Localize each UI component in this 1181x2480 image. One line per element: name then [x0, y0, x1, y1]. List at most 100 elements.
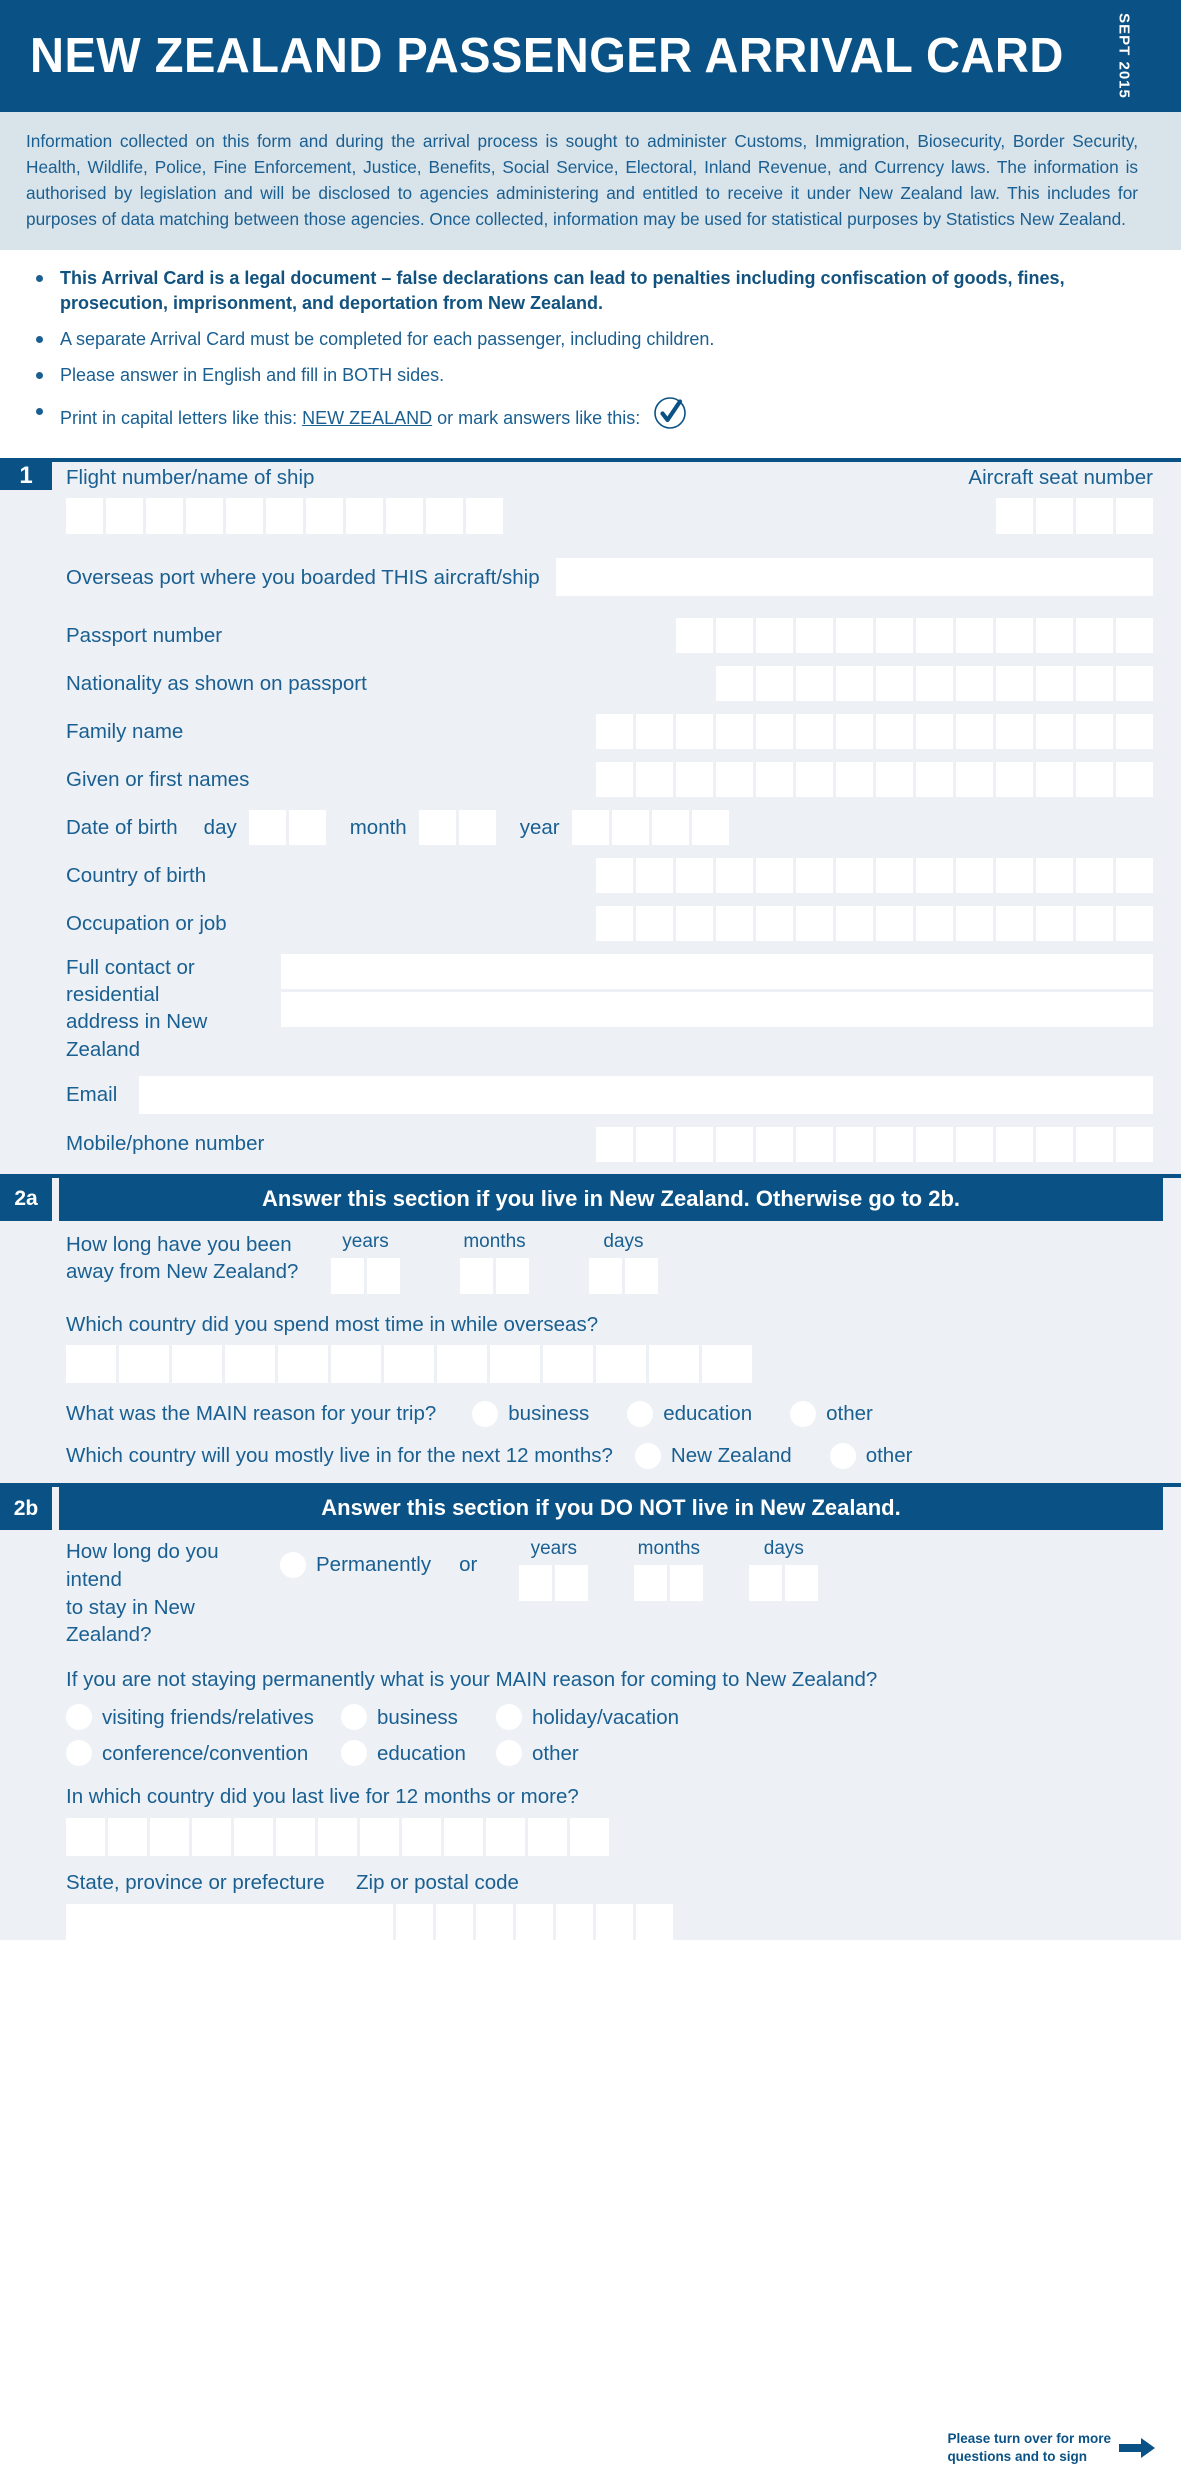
input-cell[interactable]: [1076, 498, 1113, 535]
input-cell[interactable]: [876, 906, 913, 942]
stay-years-input[interactable]: [519, 1565, 589, 1602]
input-cell[interactable]: [1036, 906, 1073, 942]
input-cell[interactable]: [426, 498, 463, 535]
radio-option-visit-reason-b-0[interactable]: conference/convention: [66, 1740, 341, 1767]
input-cell[interactable]: [555, 1565, 589, 1602]
input-cell[interactable]: [458, 810, 496, 846]
dob-day-input[interactable]: [248, 810, 326, 846]
input-cell[interactable]: [876, 858, 913, 894]
input-cell[interactable]: [331, 1345, 381, 1384]
input-cell[interactable]: [611, 810, 649, 846]
input-cell[interactable]: [596, 1126, 633, 1162]
input-cell[interactable]: [1076, 858, 1113, 894]
input-cell[interactable]: [836, 762, 873, 798]
input-cell[interactable]: [367, 1257, 400, 1294]
input-cell[interactable]: [66, 1818, 105, 1857]
radio-circle[interactable]: [472, 1401, 499, 1428]
radio-circle[interactable]: [829, 1443, 856, 1470]
last-lived-country-input[interactable]: [66, 1818, 1153, 1857]
input-cell[interactable]: [1076, 1126, 1113, 1162]
given-names-input[interactable]: [596, 762, 1153, 798]
input-cell[interactable]: [756, 762, 793, 798]
input-cell[interactable]: [756, 618, 793, 654]
input-cell[interactable]: [1036, 666, 1073, 702]
radio-circle[interactable]: [496, 1740, 522, 1767]
input-cell[interactable]: [1116, 714, 1153, 750]
input-cell[interactable]: [796, 666, 833, 702]
input-cell[interactable]: [916, 618, 953, 654]
input-cell[interactable]: [876, 1126, 913, 1162]
family-name-input[interactable]: [596, 714, 1153, 750]
flight-number-input[interactable]: [66, 498, 503, 535]
state-province-input[interactable]: [66, 1903, 393, 1940]
input-cell[interactable]: [636, 1903, 673, 1940]
input-cell[interactable]: [1076, 714, 1113, 750]
input-cell[interactable]: [186, 498, 223, 535]
input-cell[interactable]: [306, 498, 343, 535]
input-cell[interactable]: [1116, 906, 1153, 942]
input-cell[interactable]: [836, 906, 873, 942]
overseas-port-input[interactable]: [555, 558, 1153, 597]
input-cell[interactable]: [956, 618, 993, 654]
input-cell[interactable]: [796, 762, 833, 798]
radio-circle[interactable]: [790, 1401, 817, 1428]
input-cell[interactable]: [996, 666, 1033, 702]
input-cell[interactable]: [402, 1818, 441, 1857]
input-cell[interactable]: [676, 906, 713, 942]
stay-permanently-option[interactable]: Permanently: [280, 1538, 431, 1579]
radio-option-visit-reason-a-1[interactable]: business: [341, 1704, 496, 1731]
input-cell[interactable]: [676, 618, 713, 654]
radio-option-next12-0[interactable]: New Zealand: [634, 1443, 792, 1470]
input-cell[interactable]: [288, 810, 326, 846]
input-cell[interactable]: [570, 1818, 609, 1857]
input-cell[interactable]: [1116, 858, 1153, 894]
input-cell[interactable]: [916, 666, 953, 702]
input-cell[interactable]: [651, 810, 689, 846]
zip-code-input[interactable]: [396, 1903, 673, 1940]
input-cell[interactable]: [716, 714, 753, 750]
input-cell[interactable]: [756, 1126, 793, 1162]
input-cell[interactable]: [331, 1257, 364, 1294]
input-cell[interactable]: [106, 498, 143, 535]
input-cell[interactable]: [996, 498, 1033, 535]
input-cell[interactable]: [676, 762, 713, 798]
input-cell[interactable]: [596, 762, 633, 798]
input-cell[interactable]: [876, 714, 913, 750]
input-cell[interactable]: [1036, 498, 1073, 535]
input-cell[interactable]: [596, 858, 633, 894]
input-cell[interactable]: [589, 1257, 622, 1294]
input-cell[interactable]: [785, 1565, 819, 1602]
input-cell[interactable]: [996, 858, 1033, 894]
input-cell[interactable]: [716, 762, 753, 798]
input-cell[interactable]: [1036, 618, 1073, 654]
input-cell[interactable]: [702, 1345, 752, 1384]
input-cell[interactable]: [636, 1126, 673, 1162]
input-cell[interactable]: [66, 498, 103, 535]
stay-months-input[interactable]: [634, 1565, 704, 1602]
away-days-input[interactable]: [589, 1257, 658, 1294]
dob-year-input[interactable]: [571, 810, 729, 846]
input-cell[interactable]: [836, 858, 873, 894]
radio-option-visit-reason-a-2[interactable]: holiday/vacation: [496, 1704, 736, 1731]
input-cell[interactable]: [796, 1126, 833, 1162]
input-cell[interactable]: [756, 714, 793, 750]
input-cell[interactable]: [1116, 666, 1153, 702]
input-cell[interactable]: [636, 714, 673, 750]
input-cell[interactable]: [796, 714, 833, 750]
country-of-birth-input[interactable]: [596, 858, 1153, 894]
radio-option-trip-reason-1[interactable]: education: [627, 1401, 752, 1428]
input-cell[interactable]: [1116, 498, 1153, 535]
input-cell[interactable]: [956, 714, 993, 750]
mobile-number-input[interactable]: [596, 1126, 1153, 1162]
input-cell[interactable]: [1076, 762, 1113, 798]
input-cell[interactable]: [876, 618, 913, 654]
input-cell[interactable]: [636, 858, 673, 894]
input-cell[interactable]: [248, 810, 286, 846]
input-cell[interactable]: [676, 714, 713, 750]
input-cell[interactable]: [556, 1903, 593, 1940]
radio-circle[interactable]: [66, 1704, 92, 1731]
input-cell[interactable]: [716, 618, 753, 654]
input-cell[interactable]: [916, 906, 953, 942]
input-cell[interactable]: [756, 858, 793, 894]
input-cell[interactable]: [836, 618, 873, 654]
